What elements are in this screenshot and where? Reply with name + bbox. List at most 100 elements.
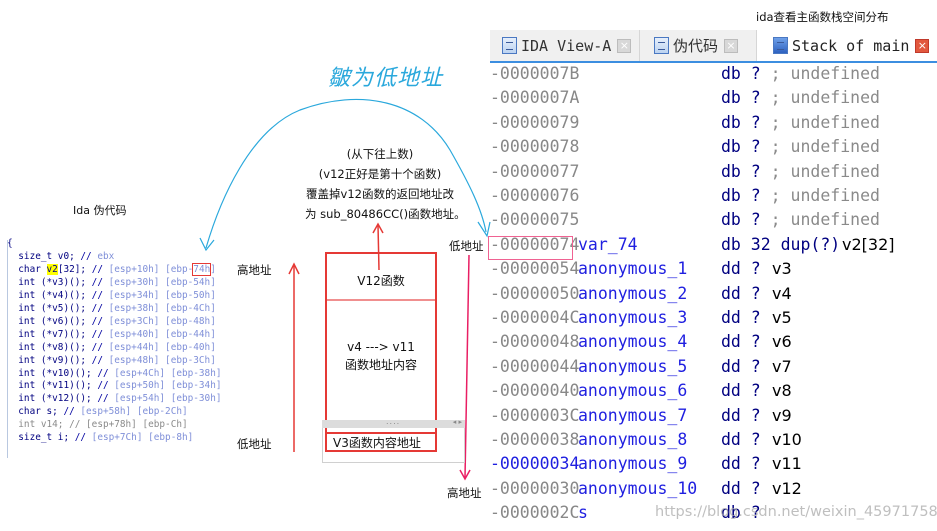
- tab-label: Stack of main: [792, 36, 910, 55]
- explanation-line: 覆盖掉v12函数的返回地址改: [306, 187, 454, 201]
- stack-var-type: db ? ; undefined: [721, 186, 880, 205]
- stack-offset: -00000030: [490, 478, 580, 498]
- code-line: int (*v12)(); // [esp+54h] [ebp-30h]: [7, 393, 222, 405]
- middle-block-label: v4 ---> v11 函数地址内容: [327, 338, 435, 374]
- watermark: https://blog.csdn.net/weixin_45971758: [655, 504, 937, 520]
- close-icon[interactable]: ×: [617, 38, 632, 53]
- code-line: int (*v11)(); // [esp+50h] [ebp-34h]: [7, 380, 222, 392]
- red-arrowhead-top: [372, 222, 384, 234]
- stack-var-size: ?: [740, 405, 761, 425]
- highlighted-variable: v2: [46, 263, 58, 275]
- stack-offset: -00000077: [490, 161, 580, 181]
- source-variable-annotation: v8: [772, 381, 792, 401]
- code-line: int (*v4)(); // [esp+34h] [ebp-50h]: [7, 289, 216, 301]
- stack-comment: ; undefined: [760, 161, 880, 181]
- comment-marker: //: [91, 276, 109, 288]
- stack-var-type: dd ?: [721, 381, 761, 401]
- scroll-arrows-icon[interactable]: ◂ ▸: [453, 418, 462, 426]
- left-high-address-label: 高地址: [237, 263, 272, 277]
- stack-var-type: dd ?: [721, 332, 761, 352]
- stack-offset: -00000078: [490, 137, 580, 157]
- stack-var-name: anonymous_7: [578, 405, 688, 425]
- close-icon[interactable]: ×: [915, 38, 930, 53]
- close-icon[interactable]: ×: [724, 38, 739, 53]
- stack-var-name: anonymous_9: [578, 454, 688, 474]
- scroll-grip[interactable]: ....: [386, 417, 400, 426]
- tab-ida-view-a[interactable]: IDA View-A ×: [490, 30, 640, 61]
- right-low-address-label: 低地址: [449, 239, 484, 253]
- pseudocode-text: { size_t v0; // ebx char v2[32]; // [esp…: [7, 238, 222, 445]
- middle-block-line: v4 ---> v11: [347, 340, 415, 354]
- stack-comment: ; undefined: [760, 64, 880, 83]
- stack-var-type: db ? ; undefined: [721, 88, 880, 108]
- active-tab-underline: [490, 61, 937, 63]
- code-line: int (*v8)(); // [esp+44h] [ebp-40h]: [7, 341, 216, 353]
- embedded-scrollbar[interactable]: .... ◂ ▸: [322, 417, 465, 428]
- source-variable-annotation: v9: [772, 405, 792, 425]
- stack-var-size: ?: [740, 454, 761, 474]
- tab-pseudocode[interactable]: 伪代码 ×: [640, 30, 757, 61]
- code-comment: [esp+3Ch] [ebp-48h]: [108, 315, 216, 327]
- tab-label: IDA View-A: [521, 36, 612, 55]
- stack-var-type: db ? ; undefined: [721, 112, 880, 132]
- stack-offset: -00000038: [490, 430, 580, 449]
- v3-right-border: [435, 432, 437, 452]
- tab-stack-of-main[interactable]: Stack of main ×: [757, 30, 937, 61]
- source-variable-annotation: v6: [772, 332, 792, 352]
- code-line: int (*v6)(); // [esp+3Ch] [ebp-48h]: [7, 315, 216, 327]
- code-comment: [esp+4Ch] [ebp-38h]: [114, 367, 222, 379]
- handwritten-note: 皺为低地址: [328, 66, 444, 91]
- comment-marker: //: [91, 341, 109, 353]
- stack-offset: -00000048: [490, 332, 580, 352]
- stack-offset: -00000075: [490, 210, 580, 230]
- stack-var-type: dd ?: [721, 259, 761, 279]
- code-comment: [esp+30h] [ebp-54h]: [108, 276, 216, 288]
- v3-block-label: V3函数内容地址: [333, 436, 421, 450]
- v3-left-border: [325, 432, 327, 452]
- stack-var-size: ?: [740, 161, 761, 181]
- stack-var-size: ?: [740, 137, 761, 157]
- stack-var-type: db 32 dup(?): [721, 234, 841, 254]
- stack-var-type: dd ?: [721, 308, 761, 327]
- stack-var-type: dd ?: [721, 454, 761, 474]
- code-line: int v14; // [esp+78h] [ebp-Ch]: [7, 419, 188, 431]
- code-line: char v2[32]; // [esp+10h] [ebp-74h]: [7, 262, 216, 276]
- explanation-line: (v12正好是第十个函数): [318, 167, 442, 181]
- stack-var-name: anonymous_5: [578, 356, 688, 376]
- code-line: size_t v0; // ebx: [7, 250, 115, 262]
- source-variable-annotation: v4: [772, 283, 792, 303]
- comment-marker: //: [91, 263, 109, 275]
- highlight-box-var74: [488, 236, 573, 260]
- right-high-address-label: 高地址: [447, 486, 482, 500]
- code-comment: [esp+58h] [ebp-2Ch]: [80, 406, 188, 418]
- stack-offset: -00000076: [490, 186, 580, 205]
- stack-offset: -00000079: [490, 112, 580, 132]
- stack-var-type: db ? ; undefined: [721, 161, 880, 181]
- stack-var-size: ?: [740, 186, 761, 205]
- stack-var-size: ?: [740, 210, 761, 230]
- code-comment: [esp+50h] [ebp-34h]: [114, 380, 222, 392]
- stack-comment: ; undefined: [760, 137, 880, 157]
- ida-pseudocode-title: Ida 伪代码: [73, 204, 127, 217]
- stack-offset: -00000044: [490, 356, 580, 376]
- code-comment: [esp+48h] [ebp-3Ch]: [108, 354, 216, 366]
- stack-offset: -00000040: [490, 381, 580, 401]
- code-comment: ebx: [97, 250, 115, 262]
- ida-view-icon: [502, 37, 517, 54]
- stack-var-name: anonymous_1: [578, 259, 688, 279]
- stack-offset: -0000007B: [490, 64, 580, 83]
- code-line: char s; // [esp+58h] [ebp-2Ch]: [7, 406, 188, 418]
- stack-var-type: dd ?: [721, 478, 761, 498]
- stack-var-name: anonymous_4: [578, 332, 688, 352]
- stack-var-type: db ? ; undefined: [721, 64, 880, 83]
- code-comment: [esp+40h] [ebp-44h]: [108, 328, 216, 340]
- code-line: int (*v9)(); // [esp+48h] [ebp-3Ch]: [7, 354, 216, 366]
- stack-var-size: ?: [740, 283, 761, 303]
- ida-stack-caption: ida查看主函数栈空间分布: [756, 10, 889, 24]
- stack-comment: ; undefined: [760, 210, 880, 230]
- pseudocode-panel: { size_t v0; // ebx char v2[32]; // [esp…: [0, 238, 232, 460]
- source-variable-annotation: v10: [772, 430, 802, 449]
- comment-marker: //: [74, 432, 92, 444]
- stack-var-type: dd ?: [721, 405, 761, 425]
- stack-var-name: var_74: [578, 234, 638, 254]
